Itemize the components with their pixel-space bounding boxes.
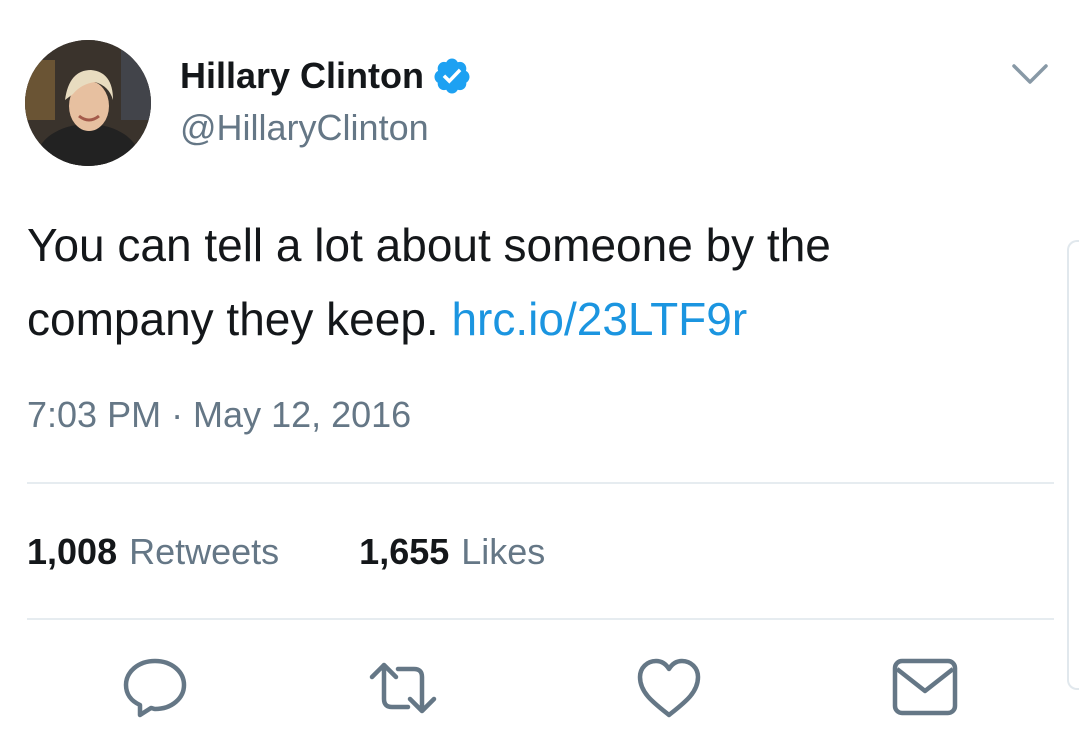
profile-photo xyxy=(25,40,151,166)
retweets-count: 1,008 xyxy=(27,531,118,572)
divider xyxy=(27,618,1054,620)
retweets-label: Retweets xyxy=(129,531,280,572)
scrollbar[interactable] xyxy=(1067,240,1079,690)
heart-icon xyxy=(637,658,701,718)
chevron-down-icon[interactable] xyxy=(1008,56,1052,92)
tweet-stats: 1,008 Retweets 1,655 Likes xyxy=(27,530,545,574)
verified-badge-icon xyxy=(432,56,472,96)
avatar[interactable] xyxy=(25,40,151,166)
retweet-button[interactable] xyxy=(368,655,438,721)
like-button[interactable] xyxy=(634,655,704,721)
tweet-text: You can tell a lot about someone by the … xyxy=(27,208,1027,356)
likes-label: Likes xyxy=(461,531,546,572)
reply-icon xyxy=(123,658,187,718)
tweet-link[interactable]: hrc.io/23LTF9r xyxy=(451,293,747,345)
likes-stat[interactable]: 1,655 Likes xyxy=(359,530,545,574)
likes-count: 1,655 xyxy=(359,531,450,572)
retweet-icon xyxy=(369,662,437,714)
envelope-icon xyxy=(892,658,958,716)
retweets-stat[interactable]: 1,008 Retweets xyxy=(27,530,279,574)
author-name[interactable]: Hillary Clinton xyxy=(180,56,472,96)
tweet-timestamp[interactable]: 7:03 PM · May 12, 2016 xyxy=(27,393,411,437)
display-name-text: Hillary Clinton xyxy=(180,55,425,96)
author-handle[interactable]: @HillaryClinton xyxy=(180,108,429,148)
direct-message-button[interactable] xyxy=(890,655,960,721)
divider xyxy=(27,482,1054,484)
reply-button[interactable] xyxy=(120,655,190,721)
